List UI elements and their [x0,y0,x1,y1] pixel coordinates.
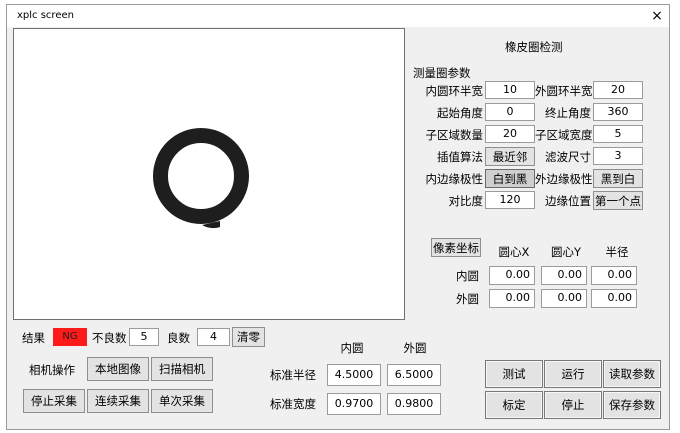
edge-position-button[interactable]: 第一个点 [593,191,643,210]
outer-half-width-label: 外圆环半宽 [535,84,593,98]
filter-size-label: 滤波尺寸 [545,150,591,164]
interp-button[interactable]: 最近邻 [485,147,535,166]
bad-count-value[interactable]: 5 [129,328,159,346]
rubber-ring-shape [153,128,249,224]
center-y-header: 圆心Y [550,245,582,259]
center-x-header: 圆心X [498,245,530,259]
outer-half-width-input[interactable]: 20 [593,81,643,99]
start-angle-label: 起始角度 [437,106,483,120]
rubber-ring-image [153,128,249,229]
std-inner-header: 内圆 [340,341,364,355]
outer-radius-value[interactable]: 0.00 [591,289,637,308]
clear-button[interactable]: 清零 [232,327,265,347]
stop-button[interactable]: 停止 [544,391,602,419]
start-angle-input[interactable]: 0 [485,103,535,121]
contrast-input[interactable]: 120 [485,191,535,209]
camera-ops-label: 相机操作 [29,363,75,377]
outer-center-y-value[interactable]: 0.00 [541,289,587,308]
local-image-button[interactable]: 本地图像 [87,357,149,381]
run-button[interactable]: 运行 [544,360,602,388]
end-angle-label: 终止角度 [545,106,591,120]
inner-half-width-input[interactable]: 10 [485,81,535,99]
interp-label: 插值算法 [437,150,483,164]
subregion-width-input[interactable]: 5 [593,125,643,143]
inner-circle-label: 内圆 [456,269,479,283]
test-button[interactable]: 测试 [485,360,543,388]
inner-polarity-label: 内边缘极性 [425,172,484,186]
contrast-label: 对比度 [448,194,484,208]
std-width-outer-input[interactable]: 0.9800 [387,393,441,415]
title-bar: xplc screen × [7,5,669,27]
std-radius-outer-input[interactable]: 6.5000 [387,364,441,386]
subregion-width-label: 子区域宽度 [535,128,593,142]
inner-polarity-button[interactable]: 白到黑 [485,169,535,188]
outer-center-x-value[interactable]: 0.00 [489,289,535,308]
result-status-badge: NG [53,328,87,346]
calibrate-button[interactable]: 标定 [485,391,543,419]
pixel-coords-button[interactable]: 像素坐标 [431,238,481,257]
end-angle-input[interactable]: 360 [593,103,643,121]
subregion-count-label: 子区域数量 [425,128,484,142]
result-label: 结果 [22,331,45,345]
inner-center-y-value[interactable]: 0.00 [541,266,587,285]
good-count-label: 良数 [167,331,190,345]
main-window: xplc screen × 橡皮圈检测 测量圈参数 内圆环半宽 10 外圆环半宽… [6,4,670,430]
outer-circle-label: 外圆 [456,292,479,306]
section-title: 橡皮圈检测 [505,40,563,54]
std-outer-header: 外圆 [403,341,427,355]
image-view[interactable] [13,28,405,320]
window-title: xplc screen [17,10,74,21]
inner-center-x-value[interactable]: 0.00 [489,266,535,285]
edge-position-label: 边缘位置 [545,194,591,208]
single-capture-button[interactable]: 单次采集 [151,389,213,413]
read-params-button[interactable]: 读取参数 [603,360,661,388]
std-radius-inner-input[interactable]: 4.5000 [327,364,381,386]
continuous-capture-button[interactable]: 连续采集 [87,389,149,413]
subregion-count-input[interactable]: 20 [485,125,535,143]
inner-radius-value[interactable]: 0.00 [591,266,637,285]
close-icon[interactable]: × [647,6,667,26]
std-width-label: 标准宽度 [270,397,316,411]
stop-capture-button[interactable]: 停止采集 [23,389,85,413]
scan-camera-button[interactable]: 扫描相机 [151,357,213,381]
good-count-value[interactable]: 4 [197,328,230,346]
std-radius-label: 标准半径 [270,368,316,382]
group-title: 测量圈参数 [413,66,471,80]
outer-polarity-label: 外边缘极性 [535,172,593,186]
inner-half-width-label: 内圆环半宽 [425,84,484,98]
std-width-inner-input[interactable]: 0.9700 [327,393,381,415]
bad-count-label: 不良数 [92,331,127,345]
save-params-button[interactable]: 保存参数 [603,391,661,419]
radius-header: 半径 [605,245,629,259]
outer-polarity-button[interactable]: 黑到白 [593,169,643,188]
filter-size-input[interactable]: 3 [593,147,643,165]
